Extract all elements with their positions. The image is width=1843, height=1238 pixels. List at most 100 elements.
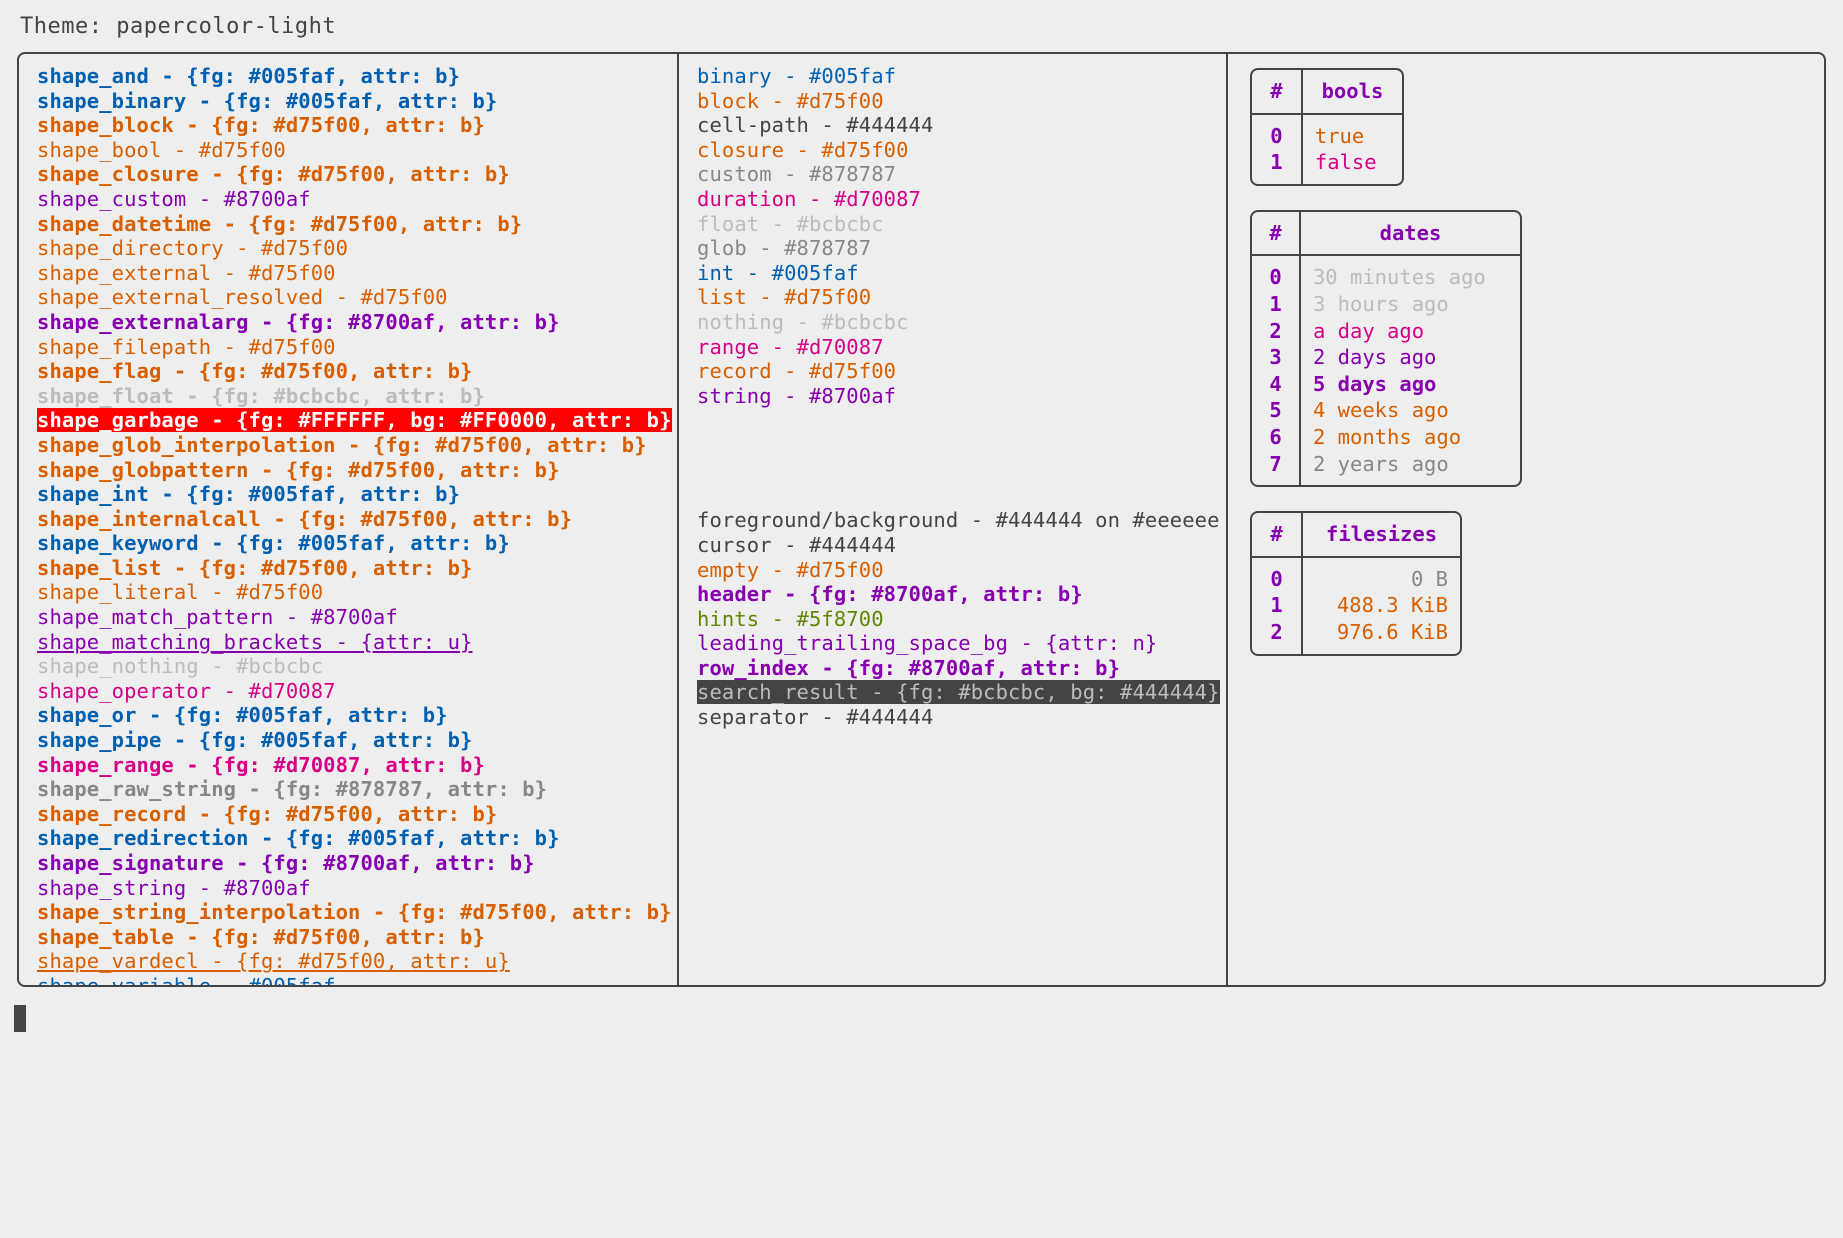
type-entry-label: glob - #878787: [697, 236, 872, 261]
shape-entry-label: shape_nothing - #bcbcbc: [37, 654, 324, 679]
shape-entry-row: shape_redirection - {fg: #005faf, attr: …: [37, 826, 677, 851]
ui-entry-row: foreground/background - #444444 on #eeee…: [697, 508, 1226, 533]
type-entry-label: record - #d75f00: [697, 359, 897, 384]
filesizes-value-cell: 0 B: [1410, 566, 1448, 591]
filesizes-index-cell: 2: [1252, 618, 1304, 654]
type-entry-label: string - #8700af: [697, 383, 897, 408]
types-and-ui-column: binary - #005faf block - #d75f00 cell-path…: [679, 54, 1228, 985]
table-row: 3 2 days ago: [1252, 344, 1520, 371]
shape-entry-label: shape_bool - #d75f00: [37, 137, 286, 162]
ui-entry-label: cursor - #444444: [697, 532, 897, 557]
dates-value-cell: 2 days ago: [1312, 345, 1437, 370]
shape-entry-row: shape_vardecl - {fg: #d75f00, attr: u}: [37, 949, 677, 974]
dates-value-cell: 4 weeks ago: [1312, 398, 1449, 423]
ui-entry-label: row_index - {fg: #8700af, attr: b}: [697, 655, 1121, 680]
table-row: 7 2 years ago: [1252, 450, 1520, 486]
shape-entry-row: shape_operator - #d70087: [37, 679, 677, 704]
ui-entry-label: separator - #444444: [697, 705, 934, 730]
shape-entry-row: shape_record - {fg: #d75f00, attr: b}: [37, 802, 677, 827]
shapes-column: shape_and - {fg: #005faf, attr: b} shape_…: [19, 54, 679, 985]
ui-entry-label: leading_trailing_space_bg - {attr: n}: [697, 631, 1158, 656]
shape-entry-label: shape_match_pattern - #8700af: [37, 605, 398, 630]
type-entry-row: int - #005faf: [697, 261, 1226, 286]
dates-index-cell: 0: [1252, 256, 1301, 291]
shapes-list: shape_and - {fg: #005faf, attr: b} shape_…: [19, 54, 677, 985]
dates-value-cell: 2 years ago: [1312, 451, 1449, 476]
type-entry-row: record - #d75f00: [697, 359, 1226, 384]
dates-value-cell: 3 hours ago: [1312, 291, 1449, 316]
shape-entry-label: shape_block - {fg: #d75f00, attr: b}: [37, 113, 485, 138]
shape-entry-row: shape_externalarg - {fg: #8700af, attr: …: [37, 310, 677, 335]
shape-entry-label: shape_int - {fg: #005faf, attr: b}: [37, 482, 461, 507]
table-row: 2 976.6 KiB: [1252, 618, 1460, 654]
shape-entry-label: shape_external_resolved - #d75f00: [37, 285, 448, 310]
shape-entry-row: shape_garbage - {fg: #FFFFFF, bg: #FF000…: [37, 408, 677, 433]
shape-entry-row: shape_int - {fg: #005faf, attr: b}: [37, 482, 677, 507]
shape-entry-label: shape_range - {fg: #d70087, attr: b}: [37, 752, 485, 777]
ui-elements-list: foreground/background - #444444 on #eeee…: [697, 508, 1226, 729]
table-row: 4 5 days ago: [1252, 370, 1520, 398]
dates-index-cell: 7: [1252, 450, 1301, 486]
filesizes-value-cell: 488.3 KiB: [1336, 593, 1448, 618]
type-entry-label: closure - #d75f00: [697, 137, 909, 162]
table-row: 2 a day ago: [1252, 317, 1520, 345]
dates-value-cell: 5 days ago: [1312, 371, 1437, 396]
shape-entry-row: shape_glob_interpolation - {fg: #d75f00,…: [37, 433, 677, 458]
shape-entry-label: shape_record - {fg: #d75f00, attr: b}: [37, 801, 498, 826]
type-entry-row: custom - #878787: [697, 162, 1226, 187]
filesizes-value-cell: 976.6 KiB: [1336, 619, 1448, 644]
shape-entry-row: shape_block - {fg: #d75f00, attr: b}: [37, 113, 677, 138]
shape-entry-label: shape_redirection - {fg: #005faf, attr: …: [37, 826, 560, 851]
ui-entry-label: header - {fg: #8700af, attr: b}: [697, 582, 1083, 607]
shape-entry-row: shape_keyword - {fg: #005faf, attr: b}: [37, 531, 677, 556]
shape-entry-label: shape_vardecl - {fg: #d75f00, attr: u}: [37, 949, 510, 974]
type-entry-label: binary - #005faf: [697, 64, 897, 88]
shape-entry-row: shape_list - {fg: #d75f00, attr: b}: [37, 556, 677, 581]
bools-index-cell: 1: [1252, 149, 1303, 184]
table-row: 1 488.3 KiB: [1252, 592, 1460, 619]
table-header-row: # bools: [1252, 70, 1402, 115]
type-entry-label: range - #d70087: [697, 334, 884, 359]
table-row: 0 true: [1252, 114, 1402, 150]
shape-entry-row: shape_raw_string - {fg: #878787, attr: b…: [37, 777, 677, 802]
type-entry-label: cell-path - #444444: [697, 113, 934, 138]
dates-index-cell: 5: [1252, 397, 1301, 424]
bools-value-cell: true: [1314, 123, 1365, 148]
theme-label: Theme: papercolor-light: [20, 14, 337, 39]
shape-entry-label: shape_matching_brackets - {attr: u}: [37, 629, 473, 654]
tables-column: # bools 0 true 1 false # dates 0 30 minutes …: [1228, 54, 1824, 985]
ui-entry-row: cursor - #444444: [697, 533, 1226, 558]
shape-entry-row: shape_internalcall - {fg: #d75f00, attr:…: [37, 507, 677, 532]
shape-entry-label: shape_custom - #8700af: [37, 186, 311, 211]
shape-entry-row: shape_string_interpolation - {fg: #d75f0…: [37, 900, 677, 925]
filesizes-index-cell: 0: [1252, 557, 1304, 593]
shape-entry-row: shape_table - {fg: #d75f00, attr: b}: [37, 925, 677, 950]
type-entry-row: duration - #d70087: [697, 187, 1226, 212]
shape-entry-row: shape_filepath - #d75f00: [37, 335, 677, 360]
shape-entry-row: shape_bool - #d75f00: [37, 138, 677, 163]
shape-entry-label: shape_variable - #005faf: [37, 974, 336, 985]
bools-index-header: #: [1252, 70, 1303, 115]
shape-entry-label: shape_external - #d75f00: [37, 260, 336, 285]
shape-entry-row: shape_string - #8700af: [37, 876, 677, 901]
type-entry-row: cell-path - #444444: [697, 113, 1226, 138]
shape-entry-label: shape_closure - {fg: #d75f00, attr: b}: [37, 162, 510, 187]
column-gap: [697, 408, 1226, 508]
bools-value-header: bools: [1302, 70, 1402, 115]
shape-entry-row: shape_variable - #005faf: [37, 974, 677, 985]
ui-entry-row: separator - #444444: [697, 705, 1226, 730]
bools-index-cell: 0: [1252, 114, 1303, 150]
shape-entry-label: shape_directory - #d75f00: [37, 236, 349, 261]
type-entry-row: string - #8700af: [697, 384, 1226, 409]
shape-entry-label: shape_list - {fg: #d75f00, attr: b}: [37, 555, 473, 580]
shape-entry-row: shape_matching_brackets - {attr: u}: [37, 630, 677, 655]
type-entry-row: nothing - #bcbcbc: [697, 310, 1226, 335]
bools-value-cell: false: [1314, 150, 1377, 175]
shape-entry-label: shape_raw_string - {fg: #878787, attr: b…: [37, 777, 548, 802]
dates-value-cell: 2 months ago: [1312, 424, 1462, 449]
type-entry-row: range - #d70087: [697, 335, 1226, 360]
dates-table: # dates 0 30 minutes ago 1 3 hours ago 2 a da…: [1250, 209, 1522, 488]
theme-preview-frame: shape_and - {fg: #005faf, attr: b} shape_…: [17, 52, 1826, 987]
table-header-row: # dates: [1252, 211, 1520, 257]
shape-entry-label: shape_string_interpolation - {fg: #d75f0…: [37, 900, 672, 925]
